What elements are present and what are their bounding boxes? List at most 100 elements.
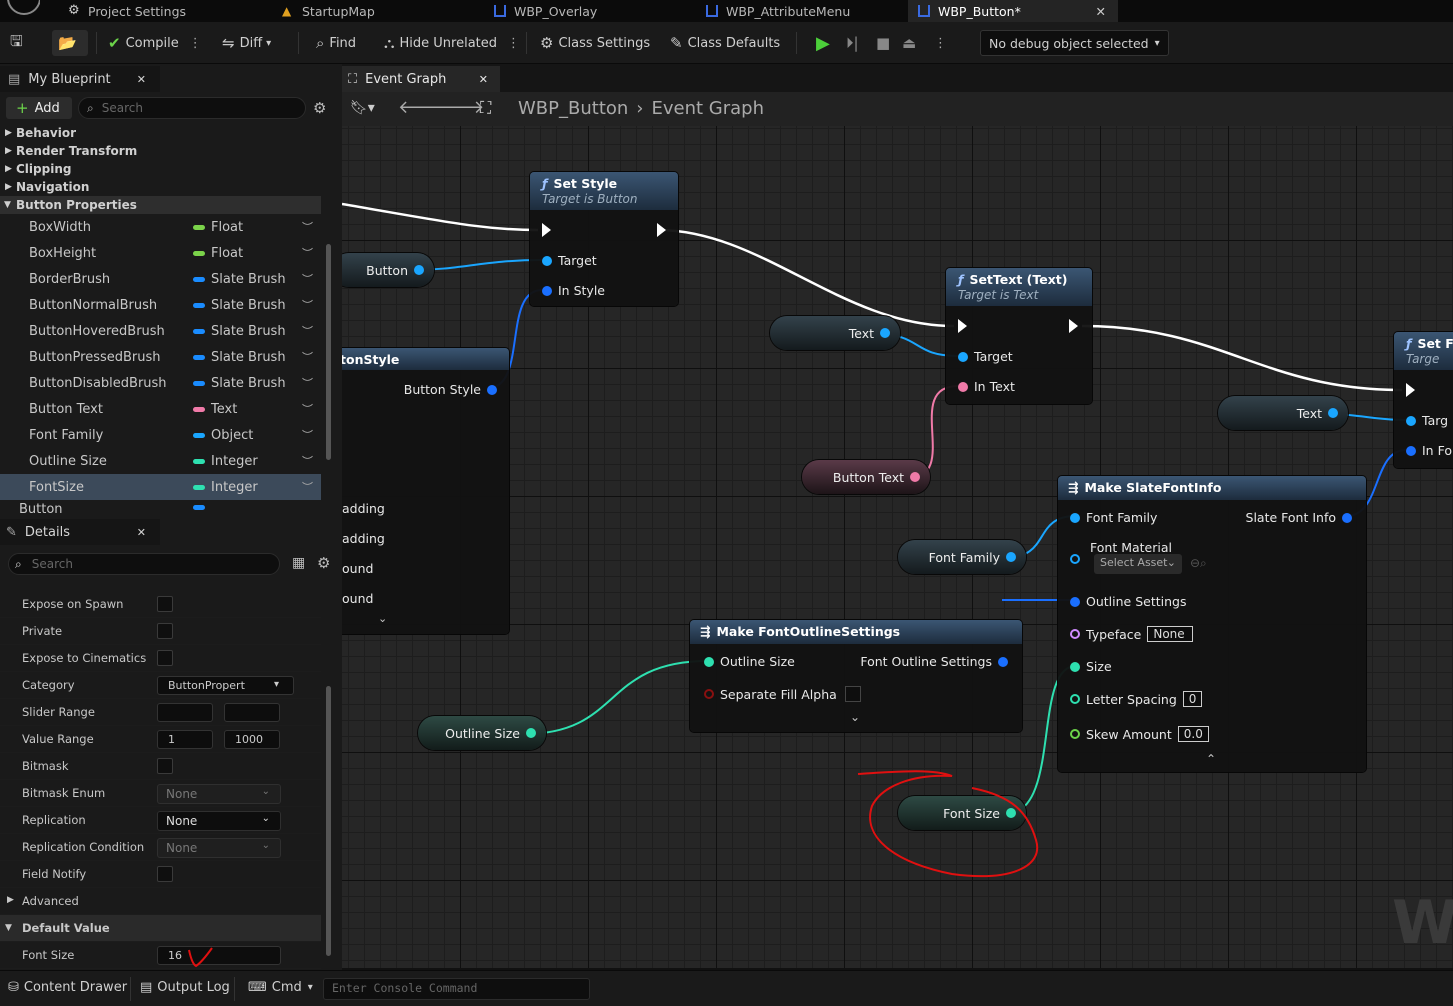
- output-log-button[interactable]: ▤ Output Log: [140, 980, 230, 995]
- play-options-button[interactable]: ⋮: [934, 30, 947, 56]
- eye-closed-icon[interactable]: ︶: [302, 219, 313, 235]
- expose-on-spawn-checkbox[interactable]: [157, 596, 173, 612]
- skew-amount-input[interactable]: 0.0: [1177, 726, 1209, 742]
- variable-type[interactable]: Object: [211, 428, 253, 443]
- hide-unrelated-button[interactable]: ⛬ Hide Unrelated ⋮: [384, 30, 520, 56]
- variable-type[interactable]: Slate Brush: [211, 324, 286, 339]
- tab-startupmap[interactable]: ▲ StartupMap: [282, 0, 375, 22]
- bookmark-icon[interactable]: 🔖︎▾: [350, 100, 375, 116]
- make-button-style-node[interactable]: tonStyle Button Style adding adding ound…: [342, 348, 509, 634]
- save-button[interactable]: 🖫: [10, 30, 28, 56]
- close-icon[interactable]: ✕: [137, 526, 146, 539]
- debug-object-select[interactable]: No debug object selected ▾: [980, 30, 1169, 56]
- category-button-properties[interactable]: ▼ Button Properties: [0, 196, 321, 214]
- size-pin[interactable]: Size: [1070, 659, 1112, 674]
- gear-icon[interactable]: ⚙: [313, 99, 326, 117]
- tab-wbp-button[interactable]: WBP_Button* ✕: [908, 0, 1118, 22]
- variable-type[interactable]: Float: [211, 246, 243, 261]
- separate-fill-alpha-pin[interactable]: Separate Fill Alpha: [704, 686, 861, 702]
- exec-out-pin[interactable]: [1069, 319, 1078, 333]
- letter-spacing-pin[interactable]: Letter Spacing 0: [1070, 691, 1203, 707]
- category-render-transform[interactable]: ▶ Render Transform: [0, 142, 321, 160]
- slider-range-min-input[interactable]: [157, 703, 213, 722]
- eye-closed-icon[interactable]: ︶: [302, 271, 313, 287]
- eye-closed-icon[interactable]: ︶: [302, 427, 313, 443]
- select-asset-dropdown[interactable]: Select Asset ⌄: [1094, 554, 1182, 574]
- section-default-value[interactable]: ▼ Default Value: [0, 915, 321, 942]
- tab-wbp-overlay[interactable]: WBP_Overlay: [494, 0, 597, 22]
- close-icon[interactable]: ✕: [137, 73, 146, 86]
- variable-type[interactable]: Slate Brush: [211, 350, 286, 365]
- variable-item[interactable]: BoxHeight Float ︶: [0, 240, 321, 266]
- target-pin[interactable]: Target: [542, 253, 597, 268]
- in-text-pin[interactable]: In Text: [958, 379, 1015, 394]
- field-notify-checkbox[interactable]: [157, 866, 173, 882]
- tab-wbp-attributemenu[interactable]: WBP_AttributeMenu: [706, 0, 850, 22]
- getter-outline-size[interactable]: Outline Size: [418, 716, 546, 750]
- diff-button[interactable]: ⇋ Diff ▾: [222, 30, 271, 56]
- eye-closed-icon[interactable]: ︶: [302, 349, 313, 365]
- make-fontoutlinesettings-node[interactable]: ⇶ Make FontOutlineSettings Outline Size F…: [690, 620, 1022, 732]
- expose-to-cinematics-checkbox[interactable]: [157, 650, 173, 666]
- set-font-node[interactable]: ƒ Set F Targe Targ In Fo: [1394, 332, 1453, 468]
- search-input[interactable]: ⌕ Search: [78, 97, 306, 119]
- font-size-input[interactable]: 16: [157, 946, 281, 965]
- typeface-pin[interactable]: Typeface None: [1070, 626, 1194, 642]
- forward-arrow-icon[interactable]: 🡒: [436, 97, 484, 118]
- eye-closed-icon[interactable]: ︶: [302, 401, 313, 417]
- tab-details[interactable]: ✎ Details ✕: [0, 519, 160, 545]
- compile-button[interactable]: ✔ Compile ⋮: [108, 30, 202, 56]
- variable-item[interactable]: Font Family Object ︶: [0, 422, 321, 448]
- chevron-down-icon[interactable]: ⌄: [378, 612, 387, 625]
- variable-type[interactable]: Slate Brush: [211, 376, 286, 391]
- target-pin[interactable]: Target: [958, 349, 1013, 364]
- cmd-button[interactable]: ⌨ Cmd ▾: [248, 980, 313, 995]
- variable-item[interactable]: FontSize Integer ︶: [0, 474, 321, 500]
- variable-item[interactable]: Button: [0, 500, 321, 516]
- eye-closed-icon[interactable]: ︶: [302, 245, 313, 261]
- letter-spacing-input[interactable]: 0: [1182, 691, 1203, 707]
- slate-font-info-output-pin[interactable]: Slate Font Info: [1246, 510, 1352, 525]
- category-combo[interactable]: ButtonPropert ▾: [157, 676, 294, 695]
- replication-select[interactable]: None ⌄: [157, 811, 281, 831]
- slider-range-max-input[interactable]: [224, 703, 280, 722]
- outline-settings-pin[interactable]: Outline Settings: [1070, 594, 1186, 609]
- variable-item[interactable]: ButtonHoveredBrush Slate Brush ︶: [0, 318, 321, 344]
- bitmask-enum-select[interactable]: None ⌄: [157, 784, 281, 804]
- event-graph-canvas[interactable]: tonStyle Button Style adding adding ound…: [342, 126, 1453, 968]
- variable-type[interactable]: Float: [211, 220, 243, 235]
- in-font-pin[interactable]: In Fo: [1406, 443, 1452, 458]
- skew-amount-pin[interactable]: Skew Amount 0.0: [1070, 726, 1209, 742]
- console-command-input[interactable]: Enter Console Command: [323, 978, 590, 1000]
- value-range-max-input[interactable]: 1000: [224, 730, 280, 749]
- details-search-input[interactable]: ⌕ Search: [8, 553, 280, 575]
- table-view-icon[interactable]: ▦: [292, 555, 305, 571]
- add-button[interactable]: + Add: [6, 97, 72, 119]
- in-style-pin[interactable]: In Style: [542, 283, 605, 298]
- breadcrumb-graph[interactable]: Event Graph: [652, 98, 765, 119]
- class-defaults-button[interactable]: ✎ Class Defaults: [670, 30, 780, 56]
- eye-closed-icon[interactable]: ︶: [302, 479, 313, 495]
- separate-fill-alpha-checkbox[interactable]: [844, 686, 861, 702]
- getter-button[interactable]: Button: [342, 253, 434, 287]
- more-options-icon[interactable]: ⋮: [189, 36, 202, 51]
- make-slatefontinfo-node[interactable]: ⇶ Make SlateFontInfo Font Family Slate Fo…: [1058, 476, 1366, 772]
- variable-type[interactable]: Slate Brush: [211, 272, 286, 287]
- more-options-icon[interactable]: ⋮: [507, 36, 520, 51]
- play-button[interactable]: ▶: [816, 30, 830, 56]
- settext-node[interactable]: ƒ SetText (Text) Target is Text Target In…: [946, 268, 1092, 404]
- variable-type[interactable]: Integer: [211, 480, 258, 495]
- replication-condition-select[interactable]: None ⌄: [157, 838, 281, 858]
- bitmask-checkbox[interactable]: [157, 758, 173, 774]
- tab-event-graph[interactable]: ⛶ Event Graph ✕: [342, 66, 500, 92]
- private-checkbox[interactable]: [157, 623, 173, 639]
- font-material-pin[interactable]: Font Material: [1070, 540, 1172, 555]
- target-pin[interactable]: Targ: [1406, 413, 1448, 428]
- variable-item[interactable]: Outline Size Integer ︶: [0, 448, 321, 474]
- category-navigation[interactable]: ▶ Navigation: [0, 178, 321, 196]
- variable-type[interactable]: Integer: [211, 454, 258, 469]
- button-style-output-pin[interactable]: Button Style: [404, 382, 497, 397]
- font-outline-settings-output-pin[interactable]: Font Outline Settings: [860, 654, 1008, 669]
- variable-item[interactable]: ButtonNormalBrush Slate Brush ︶: [0, 292, 321, 318]
- close-icon[interactable]: ✕: [479, 73, 488, 86]
